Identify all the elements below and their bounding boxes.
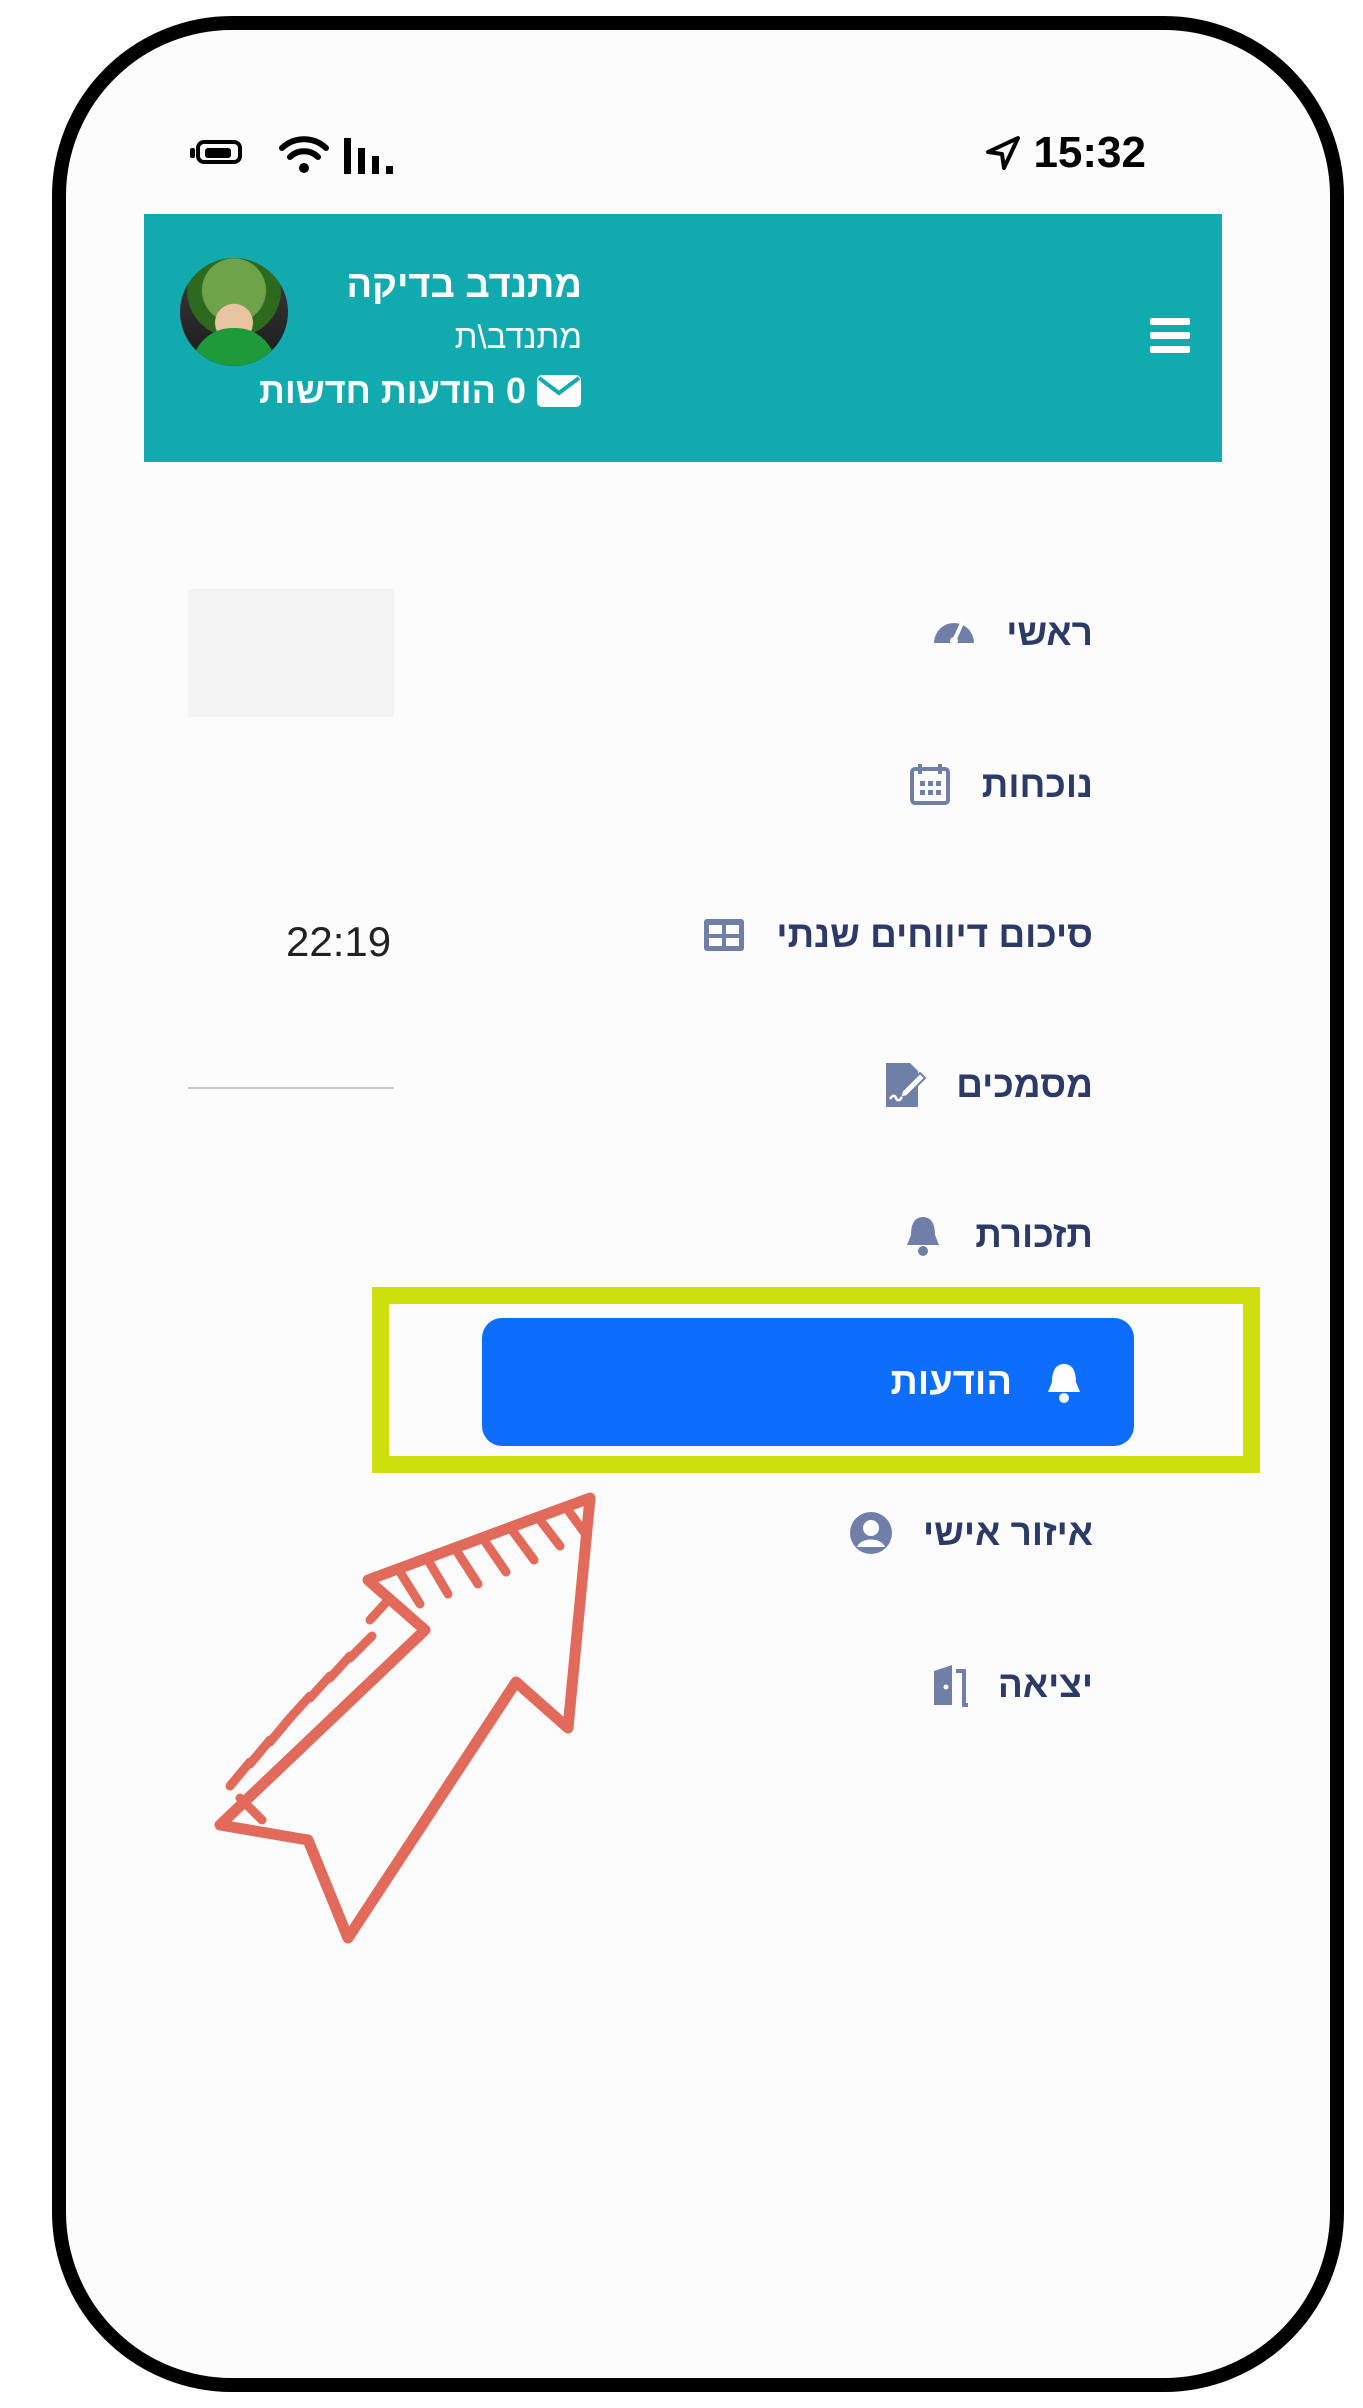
menu-item-documents[interactable]: מסמכים — [880, 1055, 1093, 1115]
bell-icon — [1048, 1364, 1080, 1403]
placeholder-box — [188, 589, 394, 717]
menu-item-label: הודעות — [890, 1360, 1013, 1403]
menu-item-label: סיכום דיווחים שנתי — [776, 914, 1093, 955]
menu-item-home[interactable]: ראשי — [930, 603, 1093, 663]
avatar[interactable] — [180, 258, 288, 366]
new-messages-link[interactable]: 0 הודעות חדשות — [259, 370, 582, 412]
messages-label: הודעות חדשות — [259, 370, 496, 411]
menu-item-reminder[interactable]: תזכורת — [899, 1205, 1093, 1265]
menu-item-label: איזור אישי — [922, 1512, 1093, 1553]
annotation-arrow — [214, 1492, 596, 1944]
menu-item-label: יציאה — [997, 1664, 1093, 1705]
status-bar: 15:32 — [190, 128, 1170, 184]
menu-item-personal-area[interactable]: איזור אישי — [847, 1503, 1093, 1563]
user-name: מתנדב בדיקה — [346, 264, 582, 306]
menu-item-attendance[interactable]: נוכחות — [906, 755, 1093, 815]
hamburger-menu-icon[interactable] — [1150, 318, 1190, 354]
battery-icon — [196, 140, 242, 164]
signal-icon — [344, 138, 393, 174]
envelope-icon — [537, 375, 581, 407]
battery-nub — [190, 148, 195, 158]
background-time: 22:19 — [286, 918, 392, 965]
calendar-icon — [909, 764, 950, 805]
menu-item-label: ראשי — [1006, 612, 1093, 653]
user-circle-icon — [849, 1512, 892, 1554]
messages-count: 0 — [505, 370, 526, 411]
menu-item-annual-summary[interactable]: סיכום דיווחים שנתי — [700, 905, 1093, 965]
menu-item-label: מסמכים — [956, 1064, 1093, 1105]
table-icon — [704, 919, 745, 951]
door-exit-icon — [927, 1665, 968, 1707]
location-arrow-icon — [986, 136, 1020, 170]
menu-item-messages[interactable]: הודעות — [482, 1318, 1134, 1446]
bell-icon — [907, 1217, 940, 1256]
divider — [188, 1087, 394, 1089]
menu-item-label: נוכחות — [981, 764, 1093, 805]
user-role: מתנדב\ת — [454, 318, 582, 355]
wifi-icon — [279, 136, 329, 173]
menu-item-logout[interactable]: יציאה — [922, 1655, 1093, 1715]
document-sign-icon — [886, 1063, 927, 1107]
status-time: 15:32 — [1033, 128, 1146, 177]
menu-item-label: תזכורת — [975, 1214, 1093, 1255]
app-header: מתנדב בדיקה מתנדב\ת 0 הודעות חדשות — [144, 214, 1222, 462]
dashboard-icon — [934, 621, 975, 645]
